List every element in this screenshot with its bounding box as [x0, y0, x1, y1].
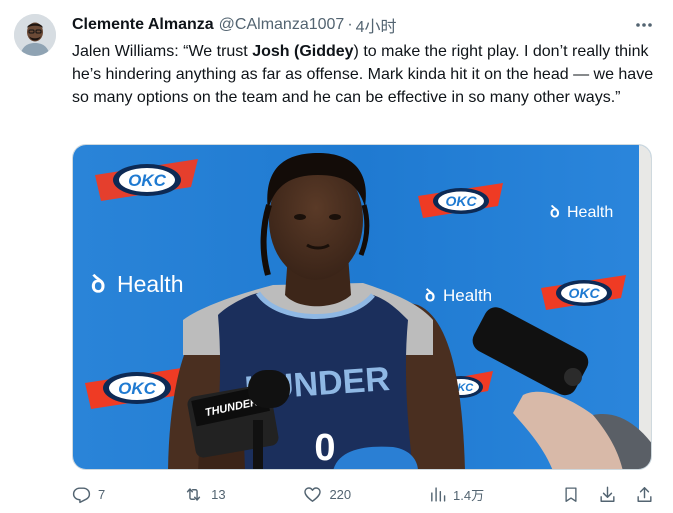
author-handle[interactable]: @CAlmanza1007 — [219, 16, 345, 34]
retweet-button[interactable]: 13 — [183, 485, 226, 504]
bookmark-icon — [565, 486, 577, 502]
svg-text:ꝺ: ꝺ — [91, 271, 105, 298]
svg-text:ꝺ: ꝺ — [425, 286, 435, 305]
reply-icon — [72, 486, 91, 503]
svg-text:Health: Health — [117, 271, 183, 297]
svg-text:OKC: OKC — [445, 193, 477, 209]
tweet-text-part-1: Jalen Williams: “We trust — [72, 43, 253, 60]
svg-text:OKC: OKC — [118, 379, 157, 398]
reply-count: 7 — [98, 486, 106, 502]
secondary-actions — [562, 485, 654, 504]
more-icon — [636, 23, 652, 27]
download-button[interactable] — [598, 485, 617, 504]
svg-text:ꝺ: ꝺ — [550, 204, 560, 221]
mention-giddey: (Giddey — [293, 43, 354, 60]
svg-text:OKC: OKC — [128, 171, 167, 190]
tweet-header: Clemente Almanza @CAlmanza1007 · 4小时 — [72, 14, 655, 36]
mention-josh: Josh — [252, 43, 290, 60]
svg-text:Health: Health — [443, 286, 492, 305]
avatar[interactable] — [14, 14, 56, 56]
views-count: 1.4万 — [453, 487, 485, 503]
like-count: 220 — [329, 486, 352, 502]
tweet-actions: 7 13 220 1.4万 — [72, 482, 654, 506]
views-button[interactable]: 1.4万 — [429, 485, 484, 504]
tweet-timestamp[interactable]: 4小时 — [356, 13, 397, 37]
like-button[interactable]: 220 — [303, 485, 351, 504]
heart-icon — [304, 486, 322, 502]
svg-text:Health: Health — [567, 204, 613, 221]
share-icon — [637, 486, 652, 502]
tweet-media[interactable]: OKC OKC OKC OKC OKC ꝺ Health ꝺ Health ꝺ … — [72, 144, 652, 470]
more-button[interactable] — [633, 15, 655, 35]
tweet-text: Jalen Williams: “We trust Josh (Giddey) … — [72, 40, 662, 109]
download-icon — [600, 486, 615, 502]
bookmark-button[interactable] — [562, 485, 580, 504]
retweet-icon — [186, 487, 201, 501]
svg-text:0: 0 — [314, 427, 335, 469]
retweet-count: 13 — [211, 486, 226, 502]
svg-text:OKC: OKC — [568, 285, 600, 301]
separator-dot: · — [347, 16, 353, 33]
views-icon — [431, 486, 446, 502]
author-display-name[interactable]: Clemente Almanza — [72, 16, 214, 34]
media-photo: OKC OKC OKC OKC OKC ꝺ Health ꝺ Health ꝺ … — [73, 145, 651, 469]
avatar-image — [14, 14, 56, 56]
share-button[interactable] — [635, 485, 654, 504]
reply-button[interactable]: 7 — [72, 485, 105, 504]
